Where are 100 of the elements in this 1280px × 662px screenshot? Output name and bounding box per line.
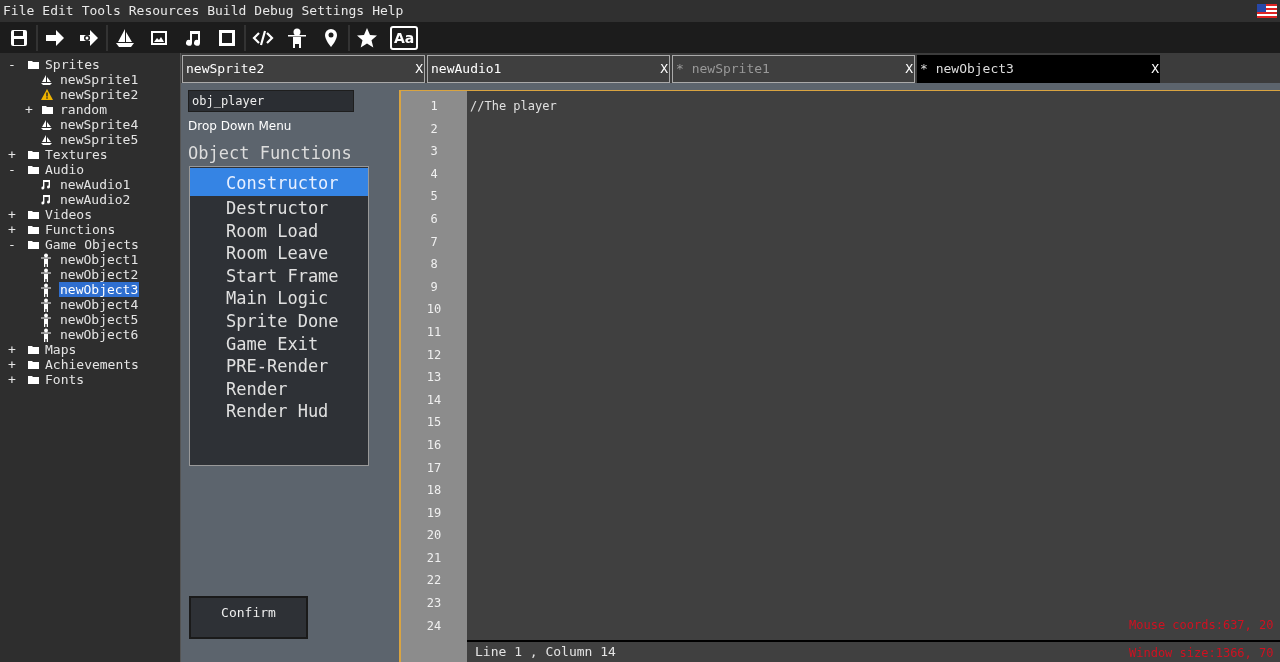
- tree-item[interactable]: newObject4: [59, 297, 140, 312]
- robot-icon[interactable]: [286, 26, 308, 49]
- line-number: 23: [425, 595, 443, 613]
- robot-icon: [41, 267, 51, 282]
- menu-item[interactable]: Edit: [42, 1, 74, 21]
- line-number: 22: [425, 572, 443, 590]
- expand-toggle[interactable]: +: [8, 147, 16, 162]
- line-number: 5: [429, 188, 439, 206]
- expand-toggle[interactable]: -: [8, 57, 16, 72]
- menu-item[interactable]: Help: [372, 1, 404, 21]
- expand-toggle[interactable]: +: [8, 342, 16, 357]
- line-number: 21: [425, 549, 443, 567]
- tree-item[interactable]: Fonts: [44, 372, 86, 387]
- tree-item[interactable]: newAudio1: [59, 177, 132, 192]
- tree-item[interactable]: newSprite1: [59, 72, 140, 87]
- robot-icon: [41, 252, 51, 267]
- tree-item[interactable]: Sprites: [44, 57, 101, 72]
- line-number: 18: [425, 482, 443, 500]
- line-number: 8: [429, 256, 439, 274]
- editor-tab[interactable]: newAudio1 X: [427, 55, 670, 83]
- tab-label: * newSprite1: [676, 60, 770, 79]
- tree-item[interactable]: Achievements: [44, 357, 140, 372]
- function-list-item[interactable]: Game Exit: [190, 331, 368, 355]
- tree-item[interactable]: newObject1: [59, 252, 140, 267]
- tree-item[interactable]: Maps: [44, 342, 78, 357]
- menu-item[interactable]: Settings: [301, 1, 365, 21]
- tree-item[interactable]: Game Objects: [44, 237, 140, 252]
- menu-item[interactable]: File: [3, 1, 35, 21]
- expand-toggle[interactable]: +: [8, 222, 16, 237]
- tree-item[interactable]: newSprite2: [59, 87, 140, 102]
- line-number: 17: [425, 459, 443, 477]
- menu-item[interactable]: Resources: [128, 1, 200, 21]
- close-tab-button[interactable]: X: [415, 59, 424, 79]
- close-tab-button[interactable]: X: [660, 59, 669, 79]
- folder-icon: [28, 164, 39, 175]
- function-list-item[interactable]: PRE-Render: [190, 354, 368, 377]
- name-input-field[interactable]: obj_player: [188, 90, 354, 112]
- folder-icon: [28, 239, 39, 250]
- expand-toggle[interactable]: -: [8, 162, 16, 177]
- flag-icon: [1257, 4, 1277, 18]
- line-number: 24: [425, 617, 443, 635]
- menu-item[interactable]: Tools: [81, 1, 121, 21]
- function-list[interactable]: Constructor Destructor Room Load Room Leave Start Frame Main Logic Sprite Done Game Exit PRE-Render Render Render Hud: [189, 166, 369, 466]
- line-number: 3: [429, 143, 439, 161]
- tree-item[interactable]: newObject5: [59, 312, 140, 327]
- editor-tab[interactable]: * newObject3 X: [917, 55, 1160, 83]
- function-list-item[interactable]: Destructor: [190, 196, 368, 219]
- function-list-item[interactable]: Room Leave: [190, 241, 368, 264]
- tree-item[interactable]: newAudio2: [59, 192, 132, 207]
- line-number: 20: [425, 527, 443, 545]
- robot-icon: [41, 297, 51, 312]
- tree-item[interactable]: Audio: [44, 162, 86, 177]
- function-list-item[interactable]: Main Logic: [190, 286, 368, 309]
- tree-item[interactable]: newObject6: [59, 327, 140, 342]
- line-number: 2: [429, 120, 439, 138]
- line-number: 14: [425, 391, 443, 409]
- tab-label: newSprite2: [186, 60, 265, 79]
- expand-toggle[interactable]: +: [8, 357, 16, 372]
- tab-label: * newObject3: [920, 60, 1014, 79]
- line-number: 1: [429, 98, 439, 115]
- folder-icon: [28, 344, 39, 355]
- debug-text: Mouse coords:637, 20: [1129, 617, 1274, 634]
- expand-toggle[interactable]: -: [8, 237, 16, 252]
- folder-icon: [28, 149, 39, 160]
- warning-icon: [41, 89, 53, 100]
- tree-item[interactable]: newSprite5: [59, 132, 140, 147]
- star-icon[interactable]: [356, 26, 378, 49]
- tree-item[interactable]: random: [59, 102, 108, 117]
- expand-toggle[interactable]: +: [25, 102, 33, 117]
- folder-icon: [28, 209, 39, 220]
- tree-item[interactable]: newSprite4: [59, 117, 140, 132]
- function-list-item[interactable]: Render: [190, 376, 368, 400]
- robot-icon: [41, 327, 51, 342]
- function-list-item[interactable]: Sprite Done: [190, 308, 368, 332]
- expand-toggle[interactable]: +: [8, 372, 16, 387]
- function-list-item[interactable]: Render Hud: [190, 399, 368, 422]
- tree-item[interactable]: Functions: [44, 222, 117, 237]
- font-button[interactable]: Aa: [390, 25, 419, 50]
- sailboat-icon: [41, 119, 52, 130]
- confirm-button[interactable]: Confirm: [189, 596, 308, 639]
- tree-item[interactable]: newObject3: [59, 282, 140, 297]
- sailboat-icon: [41, 74, 52, 85]
- function-list-item[interactable]: Start Frame: [190, 263, 368, 287]
- expand-toggle[interactable]: +: [8, 207, 16, 222]
- line-number: 10: [425, 301, 443, 319]
- line-number: 7: [429, 233, 439, 251]
- menu-item[interactable]: Build: [207, 1, 247, 21]
- editor-tab[interactable]: newSprite2 X: [182, 55, 425, 83]
- tree-item[interactable]: Videos: [44, 207, 93, 222]
- function-list-item[interactable]: Room Load: [190, 218, 368, 242]
- tree-item[interactable]: newObject2: [59, 267, 140, 282]
- menu-item[interactable]: Debug: [254, 1, 294, 21]
- debug-text: Window size:1366, 70: [1129, 645, 1274, 662]
- close-tab-button[interactable]: X: [1151, 59, 1160, 79]
- tree-item[interactable]: Textures: [44, 147, 109, 162]
- line-number: 9: [429, 278, 439, 296]
- close-tab-button[interactable]: X: [905, 59, 914, 79]
- editor-tab[interactable]: * newSprite1 X: [672, 55, 915, 83]
- folder-icon: [28, 59, 39, 70]
- folder-icon: [28, 224, 39, 235]
